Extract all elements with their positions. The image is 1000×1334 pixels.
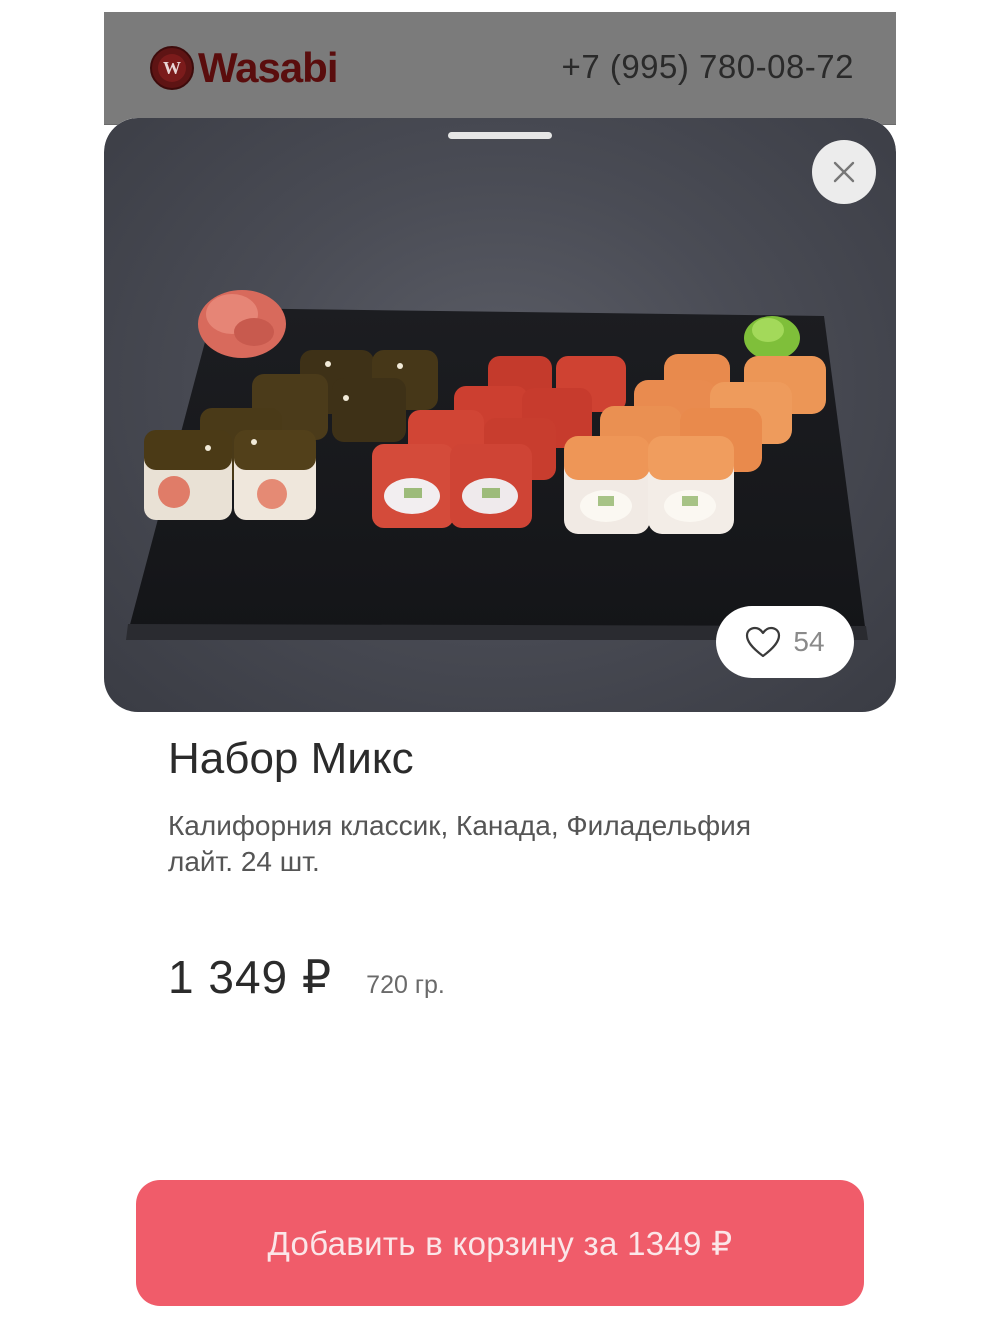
product-weight: 720 гр.: [366, 971, 445, 999]
like-count: 54: [793, 626, 825, 657]
product-page: W Wasabi +7 (995) 780-08-72 54 Набор Мик…: [0, 0, 1000, 1334]
wasabi: [744, 316, 800, 360]
heart-icon: [746, 626, 781, 658]
add-to-cart-label: Добавить в корзину за 1349 ₽: [267, 1224, 733, 1262]
wasabi-logo[interactable]: W Wasabi: [150, 42, 338, 94]
add-to-cart-button[interactable]: Добавить в корзину за 1349 ₽: [136, 1180, 864, 1306]
product-sheet: 54 Набор Микс Калифорния классик, Канада…: [104, 118, 896, 1334]
product-image: 54: [104, 118, 896, 712]
close-icon: [833, 161, 855, 183]
like-button[interactable]: 54: [716, 606, 854, 678]
product-title: Набор Микс: [168, 734, 414, 783]
price-row: 1 349 ₽ 720 гр.: [168, 950, 445, 1004]
sheet-grabber[interactable]: [448, 132, 552, 139]
phone-number[interactable]: +7 (995) 780-08-72: [562, 48, 854, 86]
logo-text: Wasabi: [198, 44, 338, 91]
site-header: W Wasabi +7 (995) 780-08-72: [104, 12, 896, 125]
product-price: 1 349 ₽: [168, 951, 333, 1003]
logo-mark-icon: W: [150, 46, 194, 90]
product-description: Калифорния классик, Канада, Филадельфия …: [168, 810, 751, 877]
ginger: [198, 290, 286, 358]
close-button[interactable]: [812, 140, 876, 204]
